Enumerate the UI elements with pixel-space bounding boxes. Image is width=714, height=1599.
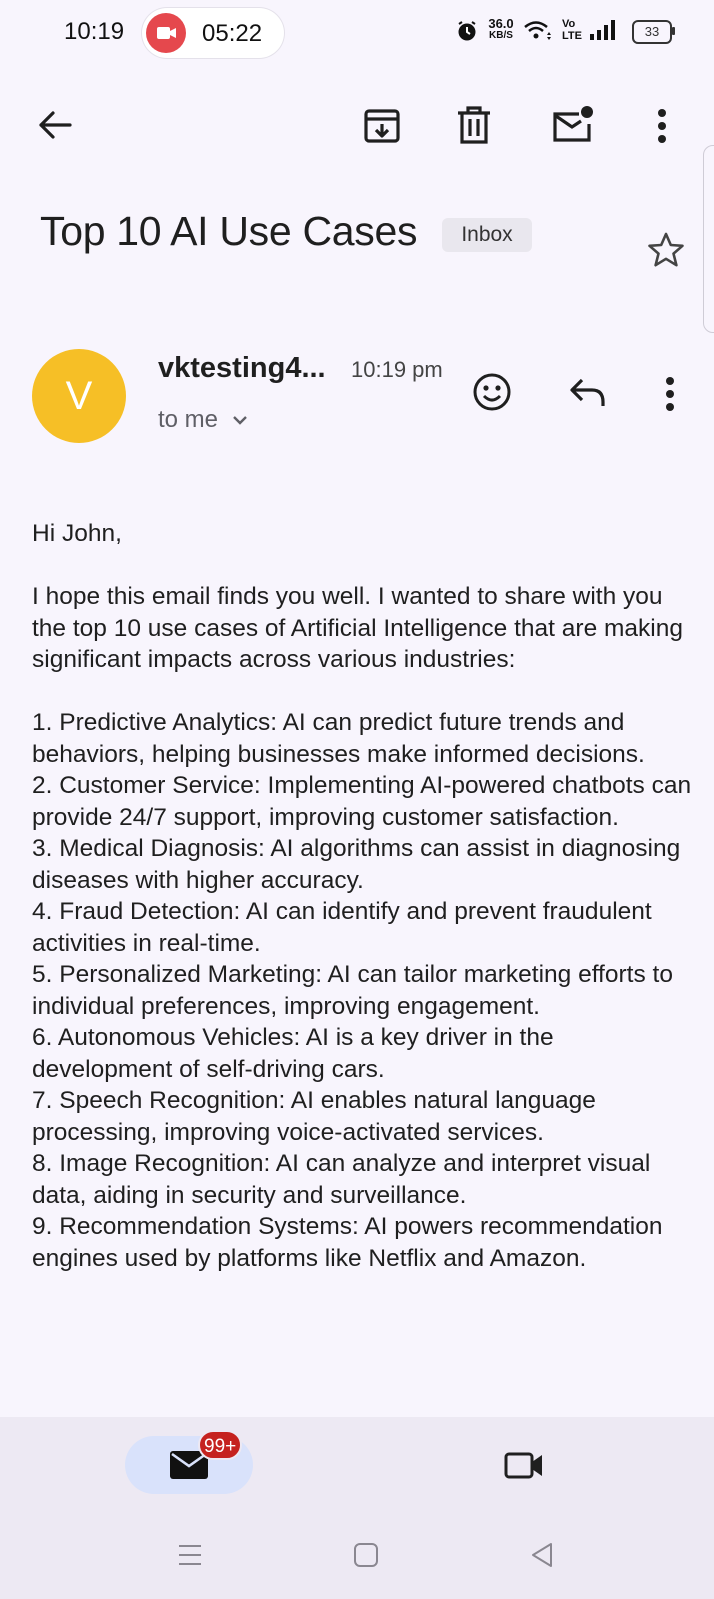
star-button[interactable]	[644, 228, 688, 272]
message-more-button[interactable]	[650, 370, 690, 418]
arrow-left-icon	[39, 111, 72, 139]
recipient-label: to me	[158, 406, 219, 433]
recent-apps-button[interactable]	[168, 1535, 212, 1575]
emoji-icon	[473, 373, 511, 411]
list-item: 4. Fraud Detection: AI can identify and …	[32, 898, 652, 957]
star-icon	[648, 232, 684, 267]
list-item: 1. Predictive Analytics: AI can predict …	[32, 709, 645, 768]
reply-button[interactable]	[564, 368, 612, 416]
more-options-button[interactable]	[642, 102, 682, 150]
email-body: Hi John, I hope this email finds you wel…	[32, 518, 692, 1422]
video-camera-icon	[504, 1452, 542, 1479]
video-record-icon	[146, 13, 186, 53]
add-reaction-button[interactable]	[468, 368, 516, 416]
recording-time: 05:22	[202, 20, 263, 47]
list-item: 2. Customer Service: Implementing AI-pow…	[32, 772, 692, 831]
unread-count-badge: 99+	[198, 1430, 243, 1460]
trash-icon	[458, 106, 490, 144]
recipient-details-toggle[interactable]: to me	[158, 406, 248, 434]
archive-icon	[364, 109, 400, 143]
alarm-icon	[458, 21, 476, 41]
back-button[interactable]	[30, 100, 80, 150]
list-item: 7. Speech Recognition: AI enables natura…	[32, 1087, 596, 1146]
sender-avatar[interactable]: V	[32, 349, 126, 443]
bottom-navigation: 99+	[0, 1417, 714, 1599]
network-speed: 36.0 KB/S	[486, 17, 516, 41]
sender-name[interactable]: vktesting4...	[158, 352, 326, 385]
list-item: 5. Personalized Marketing: AI can tailor…	[32, 961, 673, 1020]
more-vertical-icon	[666, 377, 674, 411]
home-button[interactable]	[344, 1535, 388, 1575]
inbox-label-chip[interactable]: Inbox	[442, 218, 532, 252]
list-item: 6. Autonomous Vehicles: AI is a key driv…	[32, 1024, 554, 1083]
email-intro: I hope this email finds you well. I want…	[32, 583, 683, 673]
wifi-icon	[524, 21, 551, 40]
list-item: 8. Image Recognition: AI can analyze and…	[32, 1150, 651, 1209]
list-item: 3. Medical Diagnosis: AI algorithms can …	[32, 835, 681, 894]
battery-tip	[672, 27, 675, 35]
menu-lines-icon	[179, 1545, 201, 1565]
list-item: 9. Recommendation Systems: AI powers rec…	[32, 1213, 663, 1272]
reply-icon	[570, 378, 605, 406]
volte-top: Vo	[562, 18, 576, 30]
volte-bottom: LTE	[562, 30, 582, 42]
status-time: 10:19	[64, 18, 125, 45]
scrollbar-handle[interactable]	[703, 145, 714, 333]
archive-button[interactable]	[358, 102, 406, 150]
signal-icon	[590, 20, 615, 40]
home-square-icon	[354, 1543, 378, 1567]
screen-recording-indicator[interactable]: 05:22	[142, 8, 284, 58]
status-icons: 36.0 KB/S Vo LTE 33	[456, 17, 678, 48]
volte-indicator: Vo LTE	[562, 18, 582, 42]
sent-time: 10:19 pm	[351, 357, 443, 382]
chevron-down-icon	[233, 416, 247, 425]
battery-icon: 33	[632, 20, 672, 44]
network-speed-unit: KB/S	[489, 30, 513, 41]
mark-unread-icon	[553, 106, 593, 142]
mark-unread-button[interactable]	[548, 100, 598, 150]
back-triangle-icon	[532, 1543, 552, 1567]
email-greeting: Hi John,	[32, 520, 122, 547]
email-subject: Top 10 AI Use Cases	[40, 208, 418, 254]
network-speed-value: 36.0	[488, 16, 514, 31]
delete-button[interactable]	[450, 102, 498, 150]
back-system-button[interactable]	[520, 1535, 564, 1575]
more-vertical-icon	[658, 109, 666, 143]
nav-meet-tab[interactable]	[500, 1441, 548, 1489]
